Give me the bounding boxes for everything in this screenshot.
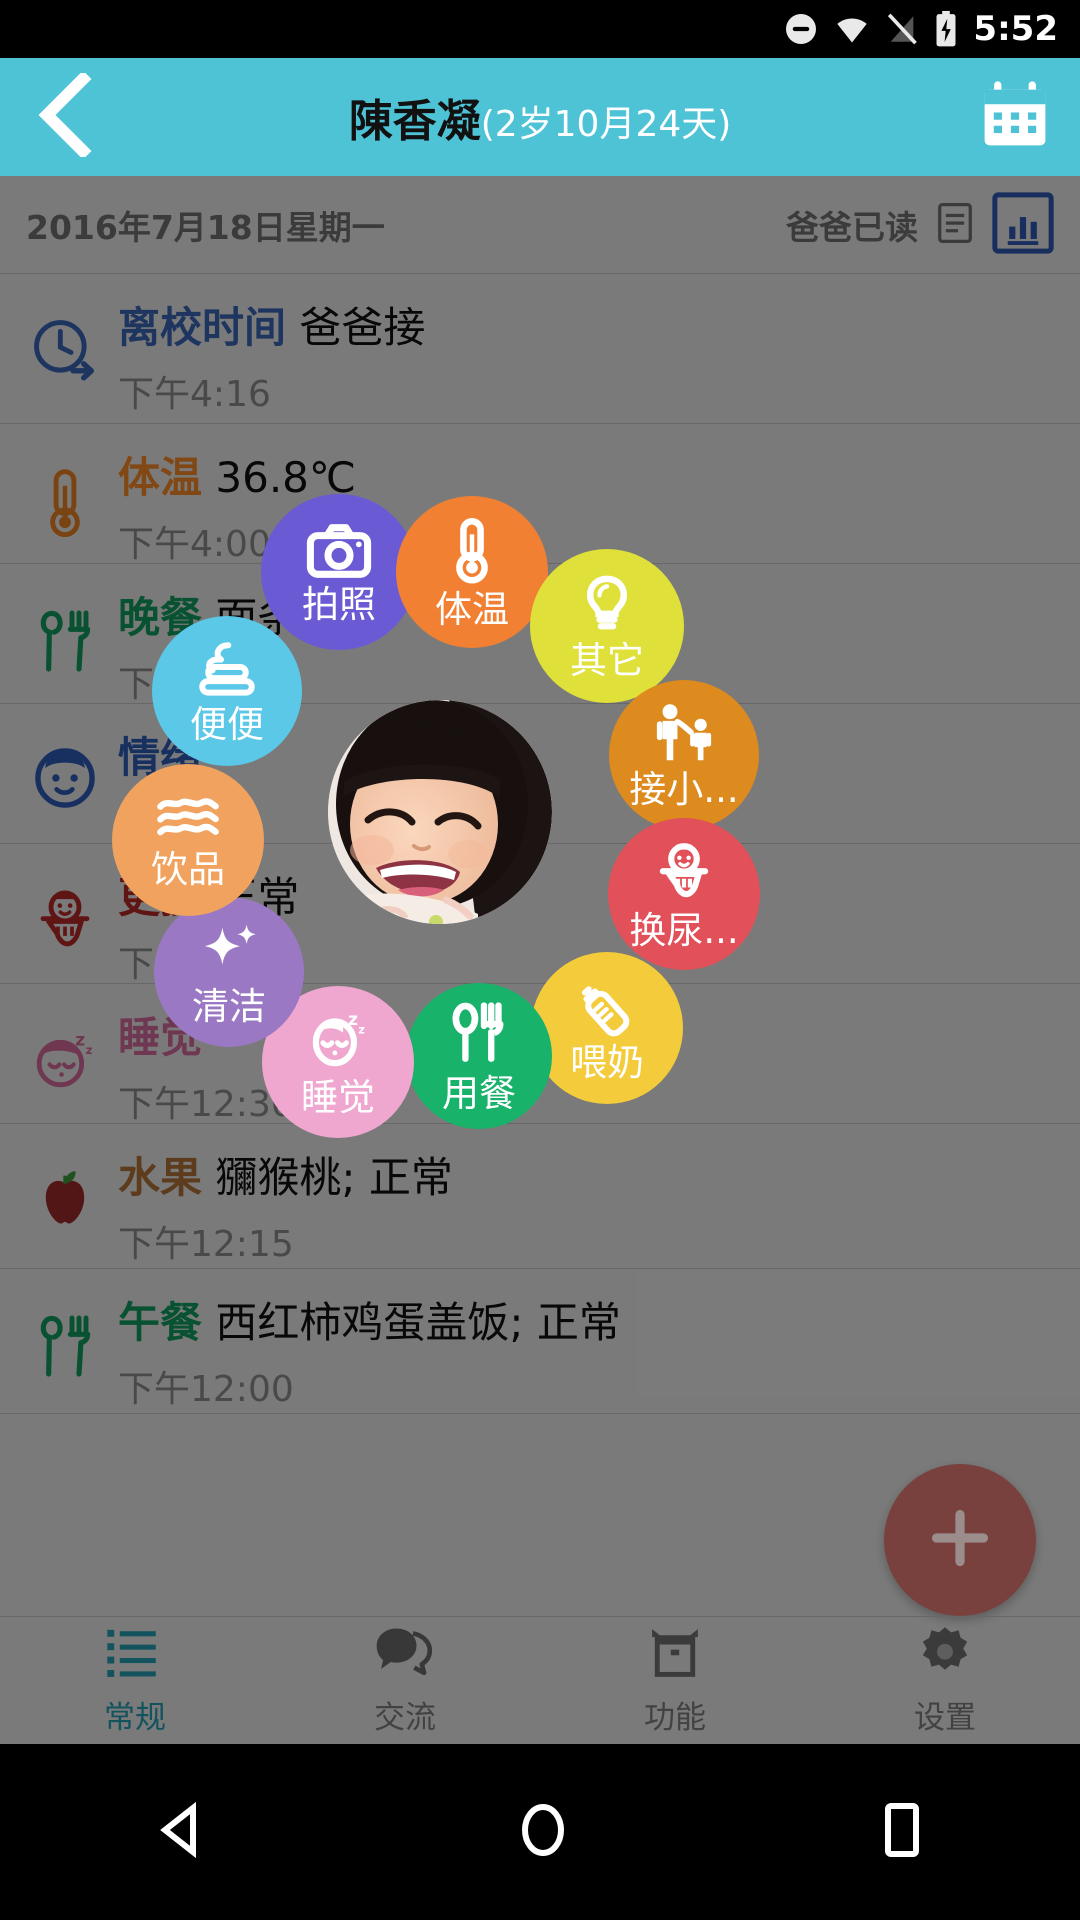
table-row[interactable]: 水果 獼猴桃; 正常 下午12:15 <box>0 1124 1080 1269</box>
bar-chart-icon[interactable] <box>992 191 1054 258</box>
svg-text:z: z <box>75 1030 85 1050</box>
chevron-left-icon <box>33 70 97 161</box>
record-category: 离校时间 <box>118 303 287 352</box>
wifi-icon <box>833 11 871 47</box>
radial-item-label: 其它 <box>570 638 644 682</box>
avatar-photo <box>328 700 552 924</box>
record-time: 下午4:16 <box>118 374 271 416</box>
radial-item-cleaning[interactable]: 清洁 <box>154 897 304 1047</box>
lightbulb-icon <box>580 574 634 636</box>
radial-item-label: 接小... <box>629 767 739 811</box>
waves-icon <box>154 793 222 845</box>
sleeping-baby-icon: z z <box>307 1009 369 1073</box>
document-icon[interactable] <box>934 200 976 250</box>
calendar-button[interactable] <box>950 58 1080 176</box>
cutlery-icon <box>20 1297 110 1381</box>
record-category: 午餐 <box>118 1298 203 1347</box>
radial-item-poop[interactable]: 便便 <box>152 616 302 766</box>
gear-icon <box>916 1624 974 1684</box>
radial-item-other[interactable]: 其它 <box>530 549 684 703</box>
date-bar: 2016年7月18日星期一 爸爸已读 <box>0 176 1080 274</box>
record-category: 体温 <box>118 453 203 502</box>
poop-icon <box>195 640 259 700</box>
add-record-button[interactable] <box>884 1464 1036 1616</box>
system-nav-bar <box>0 1744 1080 1920</box>
tab-functions[interactable]: 功能 <box>540 1617 810 1744</box>
radial-item-diaper[interactable]: 换尿... <box>608 818 760 970</box>
calendar-icon <box>977 77 1053 157</box>
tab-label: 常规 <box>104 1700 166 1736</box>
nav-home-icon[interactable] <box>511 1798 575 1866</box>
do-not-disturb-icon <box>783 11 819 47</box>
radial-item-label: 体温 <box>435 587 509 631</box>
clock-leave-icon <box>20 302 110 386</box>
tab-settings[interactable]: 设置 <box>810 1617 1080 1744</box>
child-avatar[interactable] <box>328 700 552 924</box>
record-value: 爸爸接 <box>299 303 426 352</box>
apple-icon <box>20 1152 110 1230</box>
current-date: 2016年7月18日星期一 <box>26 207 385 247</box>
page-title: 陳香凝(2岁10月24天) <box>130 85 950 149</box>
tab-label: 设置 <box>914 1700 976 1736</box>
table-row[interactable]: 午餐 西红柿鸡蛋盖饭; 正常 下午12:00 <box>0 1269 1080 1414</box>
radial-item-label: 换尿... <box>629 908 739 952</box>
nav-back-icon[interactable] <box>149 1798 213 1866</box>
radial-item-temperature[interactable]: 体温 <box>396 496 548 648</box>
thermometer-icon <box>445 517 499 585</box>
record-value: 西红柿鸡蛋盖饭; 正常 <box>215 1298 621 1347</box>
sleeping-baby-icon: z z <box>20 1012 110 1092</box>
chat-icon <box>374 1624 436 1684</box>
radial-item-bottle-feeding[interactable]: 喂奶 <box>531 952 683 1104</box>
radial-item-photo[interactable]: 拍照 <box>261 494 417 650</box>
tab-label: 交流 <box>374 1700 436 1736</box>
radial-item-label: 睡觉 <box>301 1075 375 1119</box>
radial-item-label: 用餐 <box>442 1071 516 1115</box>
child-name: 陳香凝 <box>348 96 481 147</box>
sparkle-icon <box>196 920 262 982</box>
thermometer-icon <box>20 452 110 540</box>
radial-item-label: 喂奶 <box>570 1040 644 1084</box>
table-row[interactable]: 离校时间 爸爸接 下午4:16 <box>0 274 1080 424</box>
back-button[interactable] <box>0 58 130 176</box>
read-status: 爸爸已读 <box>786 207 918 247</box>
record-time: 下午12:00 <box>118 1369 294 1411</box>
tab-communication[interactable]: 交流 <box>270 1617 540 1744</box>
nav-recents-icon[interactable] <box>873 1798 931 1866</box>
status-bar: 5:52 <box>0 0 1080 58</box>
status-clock: 5:52 <box>973 9 1058 49</box>
pickup-child-icon <box>649 703 719 765</box>
battery-charging-icon <box>933 10 959 48</box>
radial-item-label: 便便 <box>190 702 264 746</box>
camera-icon <box>306 522 372 580</box>
radial-item-label: 清洁 <box>192 984 266 1028</box>
record-time: 下午12:15 <box>118 1224 294 1266</box>
cutlery-icon <box>449 1001 509 1069</box>
svg-text:z: z <box>358 1023 364 1036</box>
list-icon <box>105 1624 165 1684</box>
record-category: 水果 <box>118 1153 203 1202</box>
svg-text:z: z <box>86 1043 93 1057</box>
baby-bottle-icon <box>576 976 638 1038</box>
signal-off-icon <box>885 11 919 47</box>
diaper-baby-icon <box>653 840 715 906</box>
radial-item-pickup[interactable]: 接小... <box>609 680 759 830</box>
app-bar: 陳香凝(2岁10月24天) <box>0 58 1080 176</box>
radial-item-label: 拍照 <box>302 582 376 626</box>
archive-icon <box>646 1624 704 1684</box>
radial-item-label: 饮品 <box>151 847 225 891</box>
tab-general[interactable]: 常规 <box>0 1617 270 1744</box>
tab-label: 功能 <box>644 1700 706 1736</box>
radial-item-meal[interactable]: 用餐 <box>406 983 552 1129</box>
radial-item-drink[interactable]: 饮品 <box>112 764 264 916</box>
bottom-tab-bar: 常规 交流 功能 设置 <box>0 1616 1080 1744</box>
diaper-baby-icon <box>20 872 110 956</box>
svg-text:z: z <box>348 1009 358 1029</box>
record-value: 獼猴桃; 正常 <box>215 1153 453 1202</box>
cutlery-icon <box>20 592 110 676</box>
plus-icon <box>923 1501 997 1579</box>
child-age: (2岁10月24天) <box>480 104 732 145</box>
mood-face-icon <box>20 732 110 810</box>
